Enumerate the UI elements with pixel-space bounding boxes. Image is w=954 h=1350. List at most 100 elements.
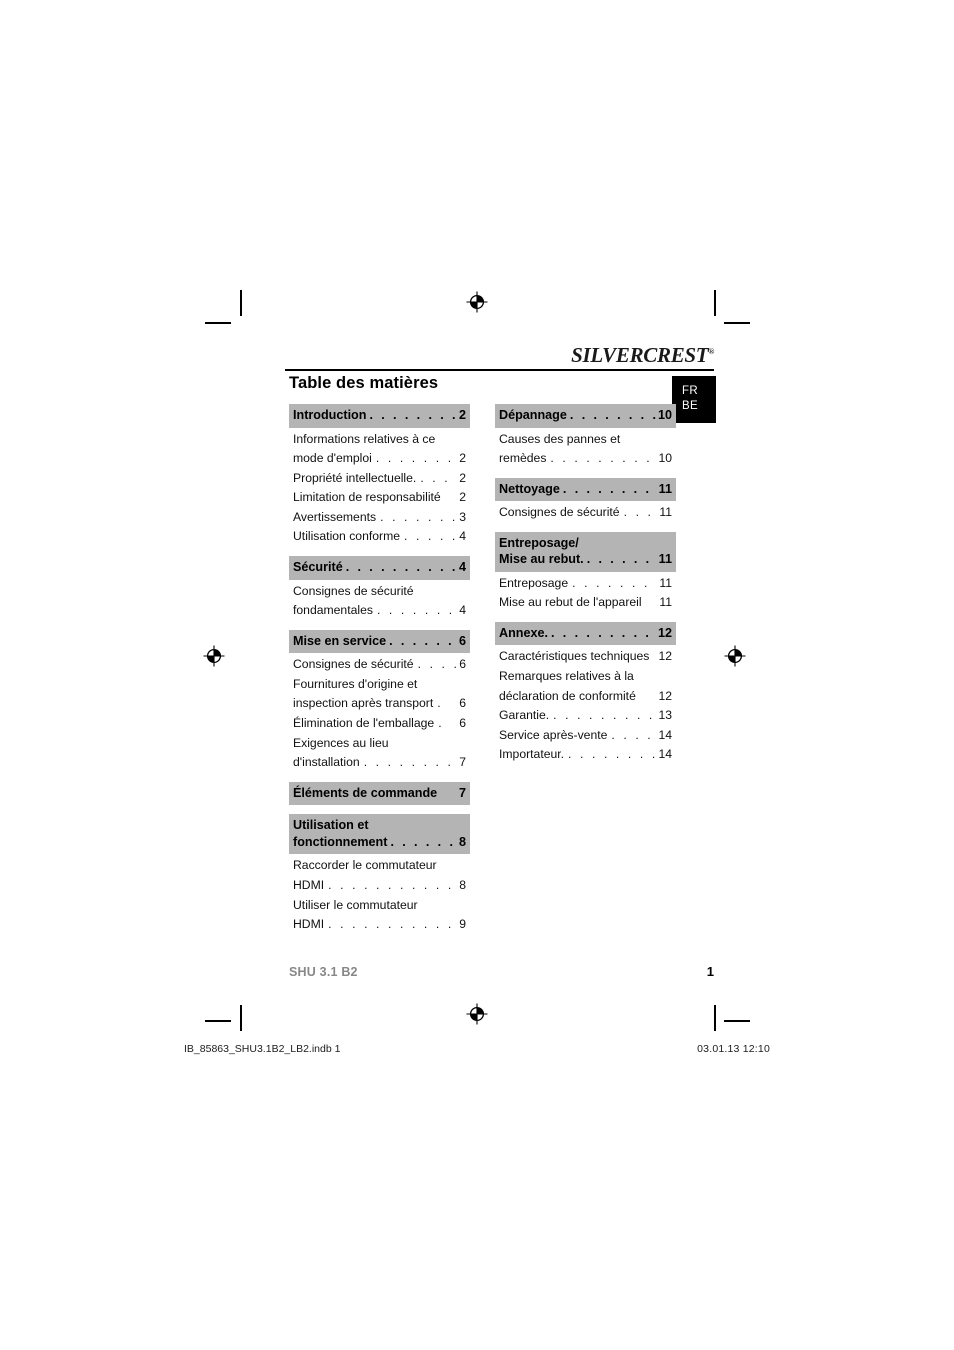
toc-entry-title: Élimination de l'emballage <box>293 716 435 731</box>
toc-leader-dots: . . . . . . . . . . <box>572 575 657 590</box>
toc-leader-dots: . . . . . . . . . <box>376 603 457 618</box>
toc-entry[interactable]: Consignes de sécurité. . . .6 <box>289 655 470 675</box>
toc-entry-title: Service après-vente <box>499 727 608 742</box>
toc-entry-title-line: Consignes de sécurité <box>293 583 414 598</box>
toc-leader-dots: . . . . . . . . . <box>375 451 457 466</box>
toc-leader-dots: . . . . . . . . . <box>369 408 458 422</box>
toc-leader-dots: . . . . . . <box>586 552 652 567</box>
toc-leader-dots: . . . . . . <box>404 529 457 544</box>
toc-section-heading[interactable]: Sécurité. . . . . . . . . . .4 <box>289 556 470 580</box>
toc-leader-dots: . <box>438 716 445 731</box>
toc-entry[interactable]: Informations relatives à ce mode d'emploi… <box>289 430 470 469</box>
toc-section-heading[interactable]: Nettoyage. . . . . . . . . 11 <box>495 477 676 502</box>
toc-leader-dots: . . . . . . . . . . . . <box>553 708 656 723</box>
crop-mark-bottom-right-horizontal <box>724 1020 750 1022</box>
registered-trademark-icon: ® <box>708 347 714 356</box>
toc-leader-dots: . . . . . . . . . . . . <box>550 451 656 466</box>
toc-leader-dots: . . . . . . . . . <box>562 481 658 496</box>
toc-entry-title: Limitation de responsabilité <box>293 490 441 505</box>
crop-mark-top-left-horizontal <box>205 322 231 324</box>
toc-section-page: 11 <box>658 552 672 567</box>
toc-leader-dots: . . . . . . . . . . . <box>568 747 656 762</box>
toc-section-page: 7 <box>458 785 466 800</box>
toc-entry[interactable]: Raccorder le commutateur HDMI. . . . . . … <box>289 856 470 895</box>
toc-entry[interactable]: Caractéristiques techniques 12 <box>495 647 676 667</box>
registration-target-right <box>724 645 746 667</box>
toc-leader-dots: . . . . . . . . . . . . . . . <box>328 917 457 932</box>
toc-entry-page: 2 <box>459 490 466 505</box>
toc-section-page: 12 <box>657 625 672 640</box>
toc-leader-dots: . . . . . <box>611 727 656 742</box>
language-tab: FR BE <box>672 376 716 423</box>
toc-leader-dots: . . . . . . <box>390 834 456 849</box>
toc-section-title: Éléments de commande <box>293 785 438 800</box>
toc-leader-dots: . . . . . . . . . <box>380 509 457 524</box>
toc-entry-page: 13 <box>658 708 672 723</box>
footer-page-number: 1 <box>706 964 714 979</box>
toc-entry-page: 6 <box>459 716 466 731</box>
toc-entry-page: 11 <box>659 575 672 590</box>
toc-entry[interactable]: Causes des pannes et remèdes. . . . . . .… <box>495 430 676 469</box>
toc-section-title-line: Entreposage/ <box>499 535 579 550</box>
toc-entry[interactable]: Consignes de sécurité. . . 11 <box>495 503 676 523</box>
toc-entry-title: d'installation <box>293 755 360 770</box>
toc-entry-title: Avertissements <box>293 509 377 524</box>
toc-entry-page: 9 <box>459 917 466 932</box>
toc-entry[interactable]: Importateur.. . . . . . . . . . .14 <box>495 745 676 765</box>
toc-entry-page: 4 <box>459 603 466 618</box>
toc-entry[interactable]: Entreposage. . . . . . . . . .11 <box>495 574 676 594</box>
logo-text-crest: CREST <box>643 343 709 367</box>
print-slug-line: IB_85863_SHU3.1B2_LB2.indb 1 03.01.13 12… <box>184 1043 770 1055</box>
toc-column-left: Introduction. . . . . . . . .2Informatio… <box>289 404 470 935</box>
toc-section-page: 6 <box>458 633 466 648</box>
toc-entry-page: 6 <box>459 696 466 711</box>
toc-entry[interactable]: Consignes de sécurité fondamentales. . . … <box>289 582 470 621</box>
toc-section-page: 11 <box>658 481 672 496</box>
toc-leader-dots: . . . <box>623 505 654 520</box>
toc-entry[interactable]: Limitation de responsabilité 2 <box>289 488 470 508</box>
toc-entry[interactable]: Élimination de l'emballage. 6 <box>289 714 470 734</box>
toc-entry-page: 14 <box>658 747 672 762</box>
toc-entry[interactable]: Propriété intellectuelle.. . . . .2 <box>289 469 470 489</box>
toc-entry[interactable]: Utilisation conforme. . . . . .4 <box>289 527 470 547</box>
toc-entry-title: Consignes de sécurité <box>499 505 620 520</box>
toc-entry-title: Importateur. <box>499 747 565 762</box>
toc-section-heading[interactable]: Annexe.. . . . . . . . . . .12 <box>495 621 676 646</box>
toc-entry-title: déclaration de conformité <box>499 688 636 703</box>
toc-section-heading[interactable]: Introduction. . . . . . . . .2 <box>289 404 470 428</box>
toc-entry-title: Garantie. <box>499 708 550 723</box>
toc-leader-dots: . . . . . . . . . . . <box>551 625 657 640</box>
toc-section-title: Annexe. <box>499 625 548 640</box>
page-footer: SHU 3.1 B2 1 <box>289 964 714 979</box>
toc-section-heading[interactable]: Utilisation et fonctionnement. . . . . .8 <box>289 814 470 855</box>
toc-section-heading[interactable]: Dépannage. . . . . . . . 10 <box>495 404 676 428</box>
toc-entry-page: 11 <box>659 505 672 520</box>
toc-leader-dots: . . . . . . . . <box>569 408 657 422</box>
toc-entry[interactable]: Mise au rebut de l'appareil 11 <box>495 593 676 613</box>
registration-target-left <box>203 645 225 667</box>
toc-entry-page: 7 <box>459 755 466 770</box>
toc-entry-title-line: Remarques relatives à la <box>499 669 634 684</box>
toc-entry[interactable]: Fournitures d'origine et inspection après… <box>289 675 470 714</box>
toc-entry-title: HDMI <box>293 877 325 892</box>
toc-section-heading[interactable]: Mise en service. . . . . .6 <box>289 629 470 654</box>
toc-section-heading[interactable]: Entreposage/Mise au rebut.. . . . . . 11 <box>495 531 676 572</box>
toc-entry-title-line: Raccorder le commutateur <box>293 858 437 873</box>
toc-entry[interactable]: Service après-vente. . . . .14 <box>495 726 676 746</box>
toc-section-page: 2 <box>458 408 466 422</box>
toc-entry[interactable]: Garantie.. . . . . . . . . . . .13 <box>495 706 676 726</box>
slug-filename: IB_85863_SHU3.1B2_LB2.indb 1 <box>184 1043 341 1055</box>
toc-section-page: 8 <box>458 834 466 849</box>
crop-mark-top-right-horizontal <box>724 322 750 324</box>
header-divider <box>285 369 714 371</box>
toc-entry[interactable]: Utiliser le commutateur HDMI. . . . . . .… <box>289 896 470 935</box>
toc-entry-title: mode d'emploi <box>293 451 372 466</box>
manual-page: SILVERCREST® Table des matières FR BE In… <box>240 300 716 1020</box>
toc-entry[interactable]: Exigences au lieu d'installation. . . . .… <box>289 734 470 773</box>
toc-section-title: Dépannage <box>499 408 567 422</box>
toc-section-heading[interactable]: Éléments de commande 7 <box>289 781 470 806</box>
toc-entry-page: 2 <box>459 470 466 485</box>
toc-leader-dots: . . . . . . <box>389 633 455 648</box>
toc-entry[interactable]: Remarques relatives à la déclaration de c… <box>495 667 676 706</box>
toc-entry[interactable]: Avertissements. . . . . . . . .3 <box>289 508 470 528</box>
